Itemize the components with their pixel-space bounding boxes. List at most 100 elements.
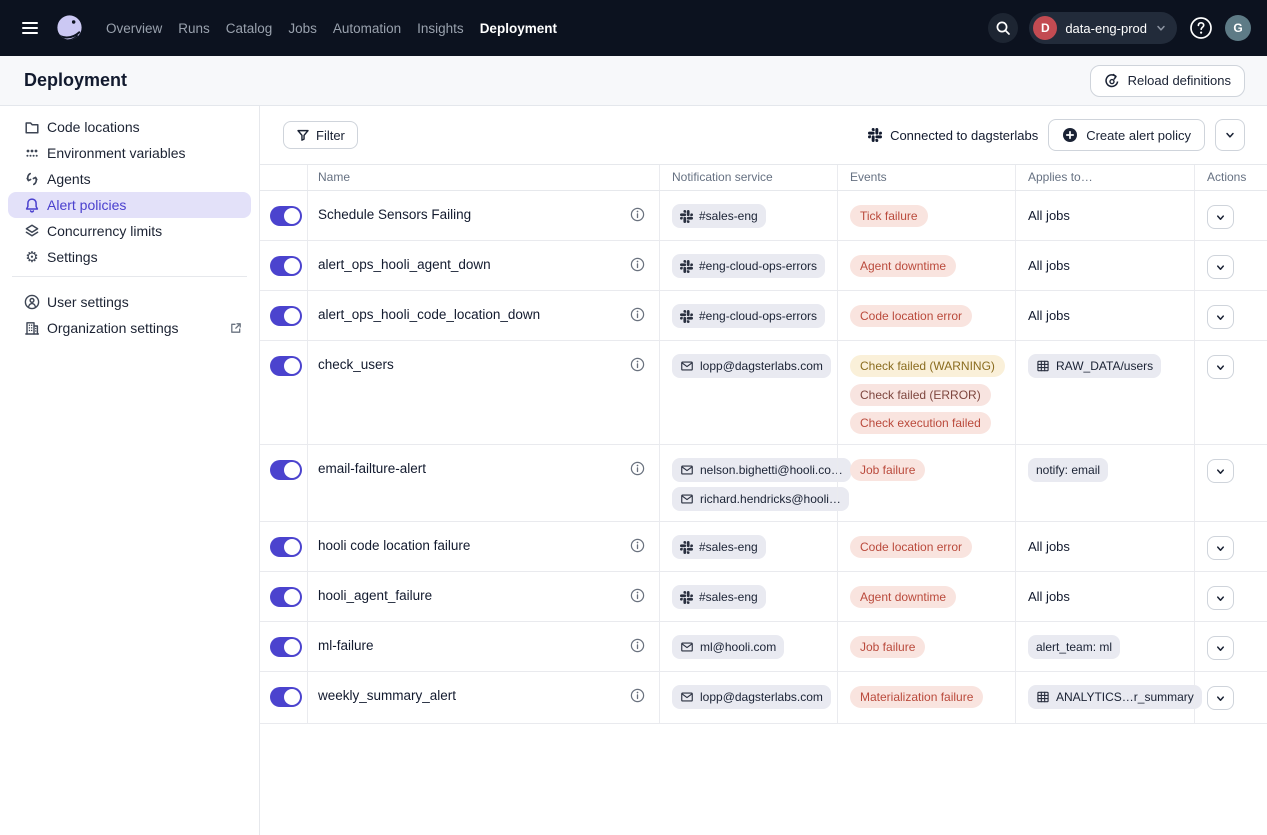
toggle-cell [260,572,307,621]
table-row: alert_ops_hooli_agent_down#eng-cloud-ops… [260,241,1267,291]
alert-enabled-toggle[interactable] [270,587,307,607]
alert-enabled-toggle[interactable] [270,637,307,657]
folder-icon [24,119,40,135]
alert-enabled-toggle[interactable] [270,687,307,707]
alert-enabled-toggle[interactable] [270,356,307,376]
filter-button[interactable]: Filter [283,121,358,149]
event-badge: Check failed (ERROR) [850,384,991,406]
info-icon[interactable] [630,357,645,372]
deployment-switcher[interactable]: D data-eng-prod [1029,12,1177,44]
row-actions-menu-button[interactable] [1207,586,1234,610]
alert-enabled-toggle[interactable] [270,256,307,276]
event-badge: Code location error [850,305,972,327]
sidebar-item-concurrency-limits[interactable]: Concurrency limits [8,218,251,244]
alert-enabled-toggle[interactable] [270,460,307,480]
env-vars-icon [24,145,40,161]
help-icon[interactable] [1188,15,1214,41]
notification-list: lopp@dagsterlabs.com [672,685,829,709]
toggle-cell [260,341,307,444]
event-badge: Agent downtime [850,255,956,277]
dagster-logo[interactable] [52,11,86,45]
actions-cell [1194,622,1267,671]
nav-link-jobs[interactable]: Jobs [288,17,317,40]
events-cell: Job failure [837,445,1015,521]
notification-label: #eng-cloud-ops-errors [699,259,817,273]
info-icon[interactable] [630,538,645,553]
applies-to-label: notify: email [1036,463,1100,477]
create-alert-policy-button[interactable]: Create alert policy [1048,119,1205,151]
nav-link-deployment[interactable]: Deployment [480,17,557,40]
applies-to-label: RAW_DATA/users [1056,359,1153,373]
row-actions-menu-button[interactable] [1207,355,1234,379]
search-icon[interactable] [988,13,1018,43]
info-icon[interactable] [630,688,645,703]
notification-cell: #eng-cloud-ops-errors [659,241,837,290]
alert-policy-name: alert_ops_hooli_code_location_down [318,304,540,326]
nav-link-runs[interactable]: Runs [178,17,210,40]
actions-cell [1194,445,1267,521]
sidebar-item-alert-policies[interactable]: Alert policies [8,192,251,218]
info-icon[interactable] [630,257,645,272]
event-badge: Job failure [850,636,925,658]
slack-channel-pill: #eng-cloud-ops-errors [672,254,825,278]
applies-to-asset-pill: ANALYTICS…r_summary [1028,685,1202,709]
applies-to-cell: All jobs [1015,191,1194,240]
row-actions-menu-button[interactable] [1207,459,1234,483]
more-options-button[interactable] [1215,119,1245,151]
page-header: Deployment Reload definitions [0,56,1267,106]
sidebar-item-organization-settings[interactable]: Organization settings [8,315,251,341]
row-actions-menu-button[interactable] [1207,686,1234,710]
info-icon[interactable] [630,638,645,653]
row-actions-menu-button[interactable] [1207,636,1234,660]
row-actions-menu-button[interactable] [1207,536,1234,560]
notification-label: richard.hendricks@hooli… [700,492,841,506]
toggle-cell [260,191,307,240]
info-icon[interactable] [630,307,645,322]
notification-cell: nelson.bighetti@hooli.co…richard.hendric… [659,445,837,521]
slack-icon [680,541,693,554]
nav-link-overview[interactable]: Overview [106,17,162,40]
info-icon[interactable] [630,207,645,222]
actions-cell [1194,572,1267,621]
user-avatar[interactable]: G [1225,15,1251,41]
info-icon[interactable] [630,461,645,476]
notification-label: #sales-eng [699,590,758,604]
table-row: hooli_agent_failure#sales-engAgent downt… [260,572,1267,622]
nav-link-automation[interactable]: Automation [333,17,401,40]
slack-icon [680,310,693,323]
sidebar-item-label: Organization settings [47,320,179,336]
name-cell: weekly_summary_alert [307,672,659,723]
sidebar-item-user-settings[interactable]: User settings [8,289,251,315]
nav-link-insights[interactable]: Insights [417,17,464,40]
alert-enabled-toggle[interactable] [270,206,307,226]
notification-cell: #sales-eng [659,572,837,621]
applies-to-text: All jobs [1028,539,1070,554]
reload-definitions-button[interactable]: Reload definitions [1090,65,1245,97]
alert-policy-name: hooli code location failure [318,535,470,557]
bell-icon [24,197,40,213]
nav-link-catalog[interactable]: Catalog [226,17,273,40]
sidebar-item-agents[interactable]: Agents [8,166,251,192]
column-toggle [260,165,307,190]
row-actions-menu-button[interactable] [1207,305,1234,329]
slack-icon [680,591,693,604]
event-badge-list: Job failure [850,458,1007,481]
alert-enabled-toggle[interactable] [270,306,307,326]
sidebar-item-code-locations[interactable]: Code locations [8,114,251,140]
email-recipient-pill: lopp@dagsterlabs.com [672,685,831,709]
notification-cell: ml@hooli.com [659,622,837,671]
alert-enabled-toggle[interactable] [270,537,307,557]
sidebar-item-settings[interactable]: ⚙Settings [8,244,251,270]
row-actions-menu-button[interactable] [1207,255,1234,279]
plus-circle-icon [1062,127,1078,143]
sidebar-item-environment-variables[interactable]: Environment variables [8,140,251,166]
row-actions-menu-button[interactable] [1207,205,1234,229]
info-icon[interactable] [630,588,645,603]
table-row: alert_ops_hooli_code_location_down #eng-c… [260,291,1267,341]
applies-to-label: ANALYTICS…r_summary [1056,690,1194,704]
notification-list: #sales-eng [672,535,829,559]
menu-icon[interactable] [16,14,44,42]
notification-cell: #eng-cloud-ops-errors [659,291,837,340]
table-row: hooli code location failure#sales-engCod… [260,522,1267,572]
external-link-icon[interactable] [229,321,243,335]
